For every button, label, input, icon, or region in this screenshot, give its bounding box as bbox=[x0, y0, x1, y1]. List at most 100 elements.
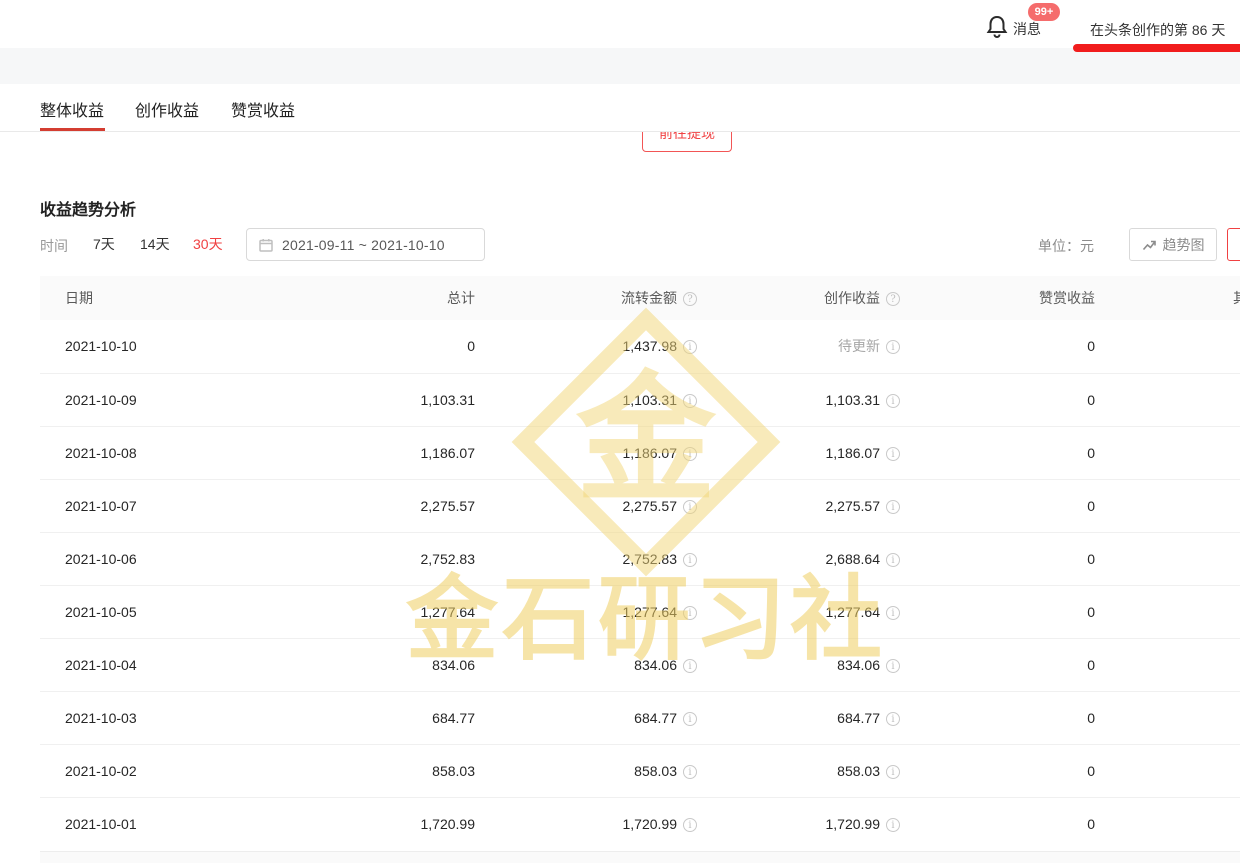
cell-other-earnings bbox=[1095, 373, 1240, 426]
red-marker-underline bbox=[1073, 44, 1240, 52]
header-divider-band bbox=[0, 48, 1240, 84]
info-icon[interactable]: i bbox=[683, 553, 697, 567]
table-row: 2021-10-091,103.311,103.31i1,103.31i0 bbox=[40, 373, 1240, 426]
header-creation-earnings: 创作收益? bbox=[697, 276, 900, 320]
time-filter-label: 时间 bbox=[40, 236, 68, 256]
cell-date: 2021-10-01 bbox=[40, 797, 240, 850]
creation-day-counter: 在头条创作的第 86 天 bbox=[1090, 20, 1225, 40]
info-icon[interactable]: i bbox=[683, 765, 697, 779]
earnings-page: 消息 99+ 在头条创作的第 86 天 前往提现 整体收益 创作收益 赞赏收益 … bbox=[0, 0, 1240, 863]
cell-other-earnings bbox=[1095, 532, 1240, 585]
info-icon[interactable]: i bbox=[683, 659, 697, 673]
header-total: 总计 bbox=[240, 276, 475, 320]
cell-flow-amount: 1,437.98i bbox=[475, 320, 697, 373]
info-icon[interactable]: i bbox=[683, 500, 697, 514]
cell-creation-earnings: 2,275.57i bbox=[697, 479, 900, 532]
cell-date: 2021-10-03 bbox=[40, 691, 240, 744]
cell-creation-earnings: 684.77i bbox=[697, 691, 900, 744]
cell-creation-earnings: 858.03i bbox=[697, 744, 900, 797]
info-icon[interactable]: i bbox=[886, 447, 900, 461]
info-icon[interactable]: i bbox=[886, 394, 900, 408]
cell-creation-earnings: 1,720.99i bbox=[697, 797, 900, 850]
cell-total: 0 bbox=[240, 320, 475, 373]
cell-appreciation-earnings: 0 bbox=[900, 532, 1095, 585]
info-icon[interactable]: i bbox=[683, 606, 697, 620]
range-30-days[interactable]: 30天 bbox=[193, 234, 223, 254]
cell-creation-earnings: 2,688.64i bbox=[697, 532, 900, 585]
info-icon[interactable]: i bbox=[886, 500, 900, 514]
next-section-strip bbox=[40, 851, 1240, 863]
info-icon[interactable]: i bbox=[886, 712, 900, 726]
info-icon[interactable]: i bbox=[683, 712, 697, 726]
cell-date: 2021-10-09 bbox=[40, 373, 240, 426]
cell-flow-amount: 684.77i bbox=[475, 691, 697, 744]
cell-other-earnings bbox=[1095, 479, 1240, 532]
tab-appreciation-earnings[interactable]: 赞赏收益 bbox=[231, 97, 295, 121]
table-body: 2021-10-1001,437.98i待更新i02021-10-091,103… bbox=[40, 320, 1240, 850]
info-icon[interactable]: i bbox=[683, 340, 697, 354]
date-range-picker[interactable]: 2021-09-11 ~ 2021-10-10 bbox=[246, 228, 485, 261]
notification-bell-icon[interactable] bbox=[986, 14, 1008, 38]
info-icon[interactable]: i bbox=[683, 394, 697, 408]
range-14-days[interactable]: 14天 bbox=[140, 234, 170, 254]
info-icon[interactable]: i bbox=[886, 818, 900, 832]
cell-total: 834.06 bbox=[240, 638, 475, 691]
messages-link[interactable]: 消息 bbox=[1013, 19, 1041, 39]
header-appreciation-earnings: 赞赏收益 bbox=[900, 276, 1095, 320]
tab-overall-earnings[interactable]: 整体收益 bbox=[40, 97, 104, 121]
cell-flow-amount: 1,277.64i bbox=[475, 585, 697, 638]
cell-total: 684.77 bbox=[240, 691, 475, 744]
tab-creation-earnings[interactable]: 创作收益 bbox=[135, 97, 199, 121]
earnings-table: 日期 总计 流转金额? 创作收益? 赞赏收益 其他收益 2021-10-1001… bbox=[40, 276, 1240, 850]
cell-creation-earnings: 待更新i bbox=[697, 320, 900, 373]
cell-creation-earnings: 834.06i bbox=[697, 638, 900, 691]
detail-table-button[interactable]: 明细表 bbox=[1227, 228, 1240, 261]
active-tab-underline bbox=[40, 128, 105, 131]
cell-total: 858.03 bbox=[240, 744, 475, 797]
trend-chart-button[interactable]: 趋势图 bbox=[1129, 228, 1217, 261]
cell-flow-amount: 1,720.99i bbox=[475, 797, 697, 850]
table-row: 2021-10-051,277.641,277.64i1,277.64i0 bbox=[40, 585, 1240, 638]
trend-chart-button-label: 趋势图 bbox=[1163, 235, 1205, 255]
cell-date: 2021-10-06 bbox=[40, 532, 240, 585]
cell-appreciation-earnings: 0 bbox=[900, 426, 1095, 479]
info-icon[interactable]: i bbox=[886, 606, 900, 620]
table-header-row: 日期 总计 流转金额? 创作收益? 赞赏收益 其他收益 bbox=[40, 276, 1240, 320]
unit-label: 单位：元 bbox=[1038, 236, 1094, 256]
range-7-days[interactable]: 7天 bbox=[93, 234, 115, 254]
info-icon[interactable]: i bbox=[886, 659, 900, 673]
cell-total: 1,103.31 bbox=[240, 373, 475, 426]
cell-date: 2021-10-07 bbox=[40, 479, 240, 532]
cell-appreciation-earnings: 0 bbox=[900, 320, 1095, 373]
info-icon[interactable]: i bbox=[886, 765, 900, 779]
cell-total: 1,277.64 bbox=[240, 585, 475, 638]
table-row: 2021-10-04834.06834.06i834.06i0 bbox=[40, 638, 1240, 691]
cell-date: 2021-10-08 bbox=[40, 426, 240, 479]
header-date: 日期 bbox=[40, 276, 240, 320]
cell-other-earnings bbox=[1095, 320, 1240, 373]
info-icon[interactable]: i bbox=[683, 447, 697, 461]
calendar-icon bbox=[259, 238, 273, 252]
cell-flow-amount: 834.06i bbox=[475, 638, 697, 691]
table-row: 2021-10-011,720.991,720.99i1,720.99i0 bbox=[40, 797, 1240, 850]
header-flow-amount: 流转金额? bbox=[475, 276, 697, 320]
help-icon[interactable]: ? bbox=[683, 292, 697, 306]
cell-total: 2,752.83 bbox=[240, 532, 475, 585]
info-icon[interactable]: i bbox=[886, 340, 900, 354]
info-icon[interactable]: i bbox=[886, 553, 900, 567]
cell-flow-amount: 2,275.57i bbox=[475, 479, 697, 532]
info-icon[interactable]: i bbox=[683, 818, 697, 832]
cell-flow-amount: 2,752.83i bbox=[475, 532, 697, 585]
cell-other-earnings bbox=[1095, 638, 1240, 691]
cell-flow-amount: 1,103.31i bbox=[475, 373, 697, 426]
cell-date: 2021-10-04 bbox=[40, 638, 240, 691]
cell-appreciation-earnings: 0 bbox=[900, 373, 1095, 426]
cell-other-earnings bbox=[1095, 744, 1240, 797]
top-bar: 消息 99+ 在头条创作的第 86 天 bbox=[0, 0, 1240, 48]
help-icon[interactable]: ? bbox=[886, 292, 900, 306]
cell-other-earnings bbox=[1095, 585, 1240, 638]
cell-date: 2021-10-05 bbox=[40, 585, 240, 638]
cell-appreciation-earnings: 0 bbox=[900, 585, 1095, 638]
header-other-earnings: 其他收益 bbox=[1095, 276, 1240, 320]
trend-line-icon bbox=[1142, 237, 1157, 252]
